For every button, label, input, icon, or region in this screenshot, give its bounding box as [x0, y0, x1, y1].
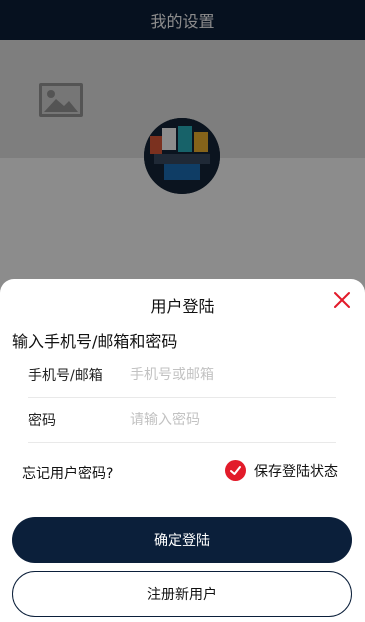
- account-field-row: 手机号/邮箱: [28, 353, 336, 398]
- password-input[interactable]: [130, 412, 320, 428]
- login-instructions: 输入手机号/邮箱和密码: [12, 332, 178, 351]
- account-label: 手机号/邮箱: [28, 368, 103, 384]
- remember-login-toggle[interactable]: 保存登陆状态: [225, 460, 338, 481]
- password-label: 密码: [28, 413, 56, 429]
- login-sheet: 用户登陆 输入手机号/邮箱和密码 手机号/邮箱 密码 忘记用户密码? 保存登陆状…: [0, 279, 365, 622]
- password-field-row: 密码: [28, 398, 336, 443]
- account-input[interactable]: [130, 367, 320, 383]
- forgot-password-link[interactable]: 忘记用户密码?: [22, 463, 113, 483]
- app-screen: 我的设置 用户登陆 输入手机号/邮箱和密码 手机号/邮箱 手机号或邮箱 密码 忘…: [0, 0, 365, 622]
- login-submit-button[interactable]: 确定登陆: [12, 517, 352, 563]
- login-title: 用户登陆: [150, 297, 215, 316]
- register-button[interactable]: 注册新用户: [12, 571, 352, 617]
- close-icon[interactable]: [333, 291, 351, 309]
- checkmark-icon[interactable]: [225, 460, 246, 481]
- remember-login-label: 保存登陆状态: [254, 463, 338, 480]
